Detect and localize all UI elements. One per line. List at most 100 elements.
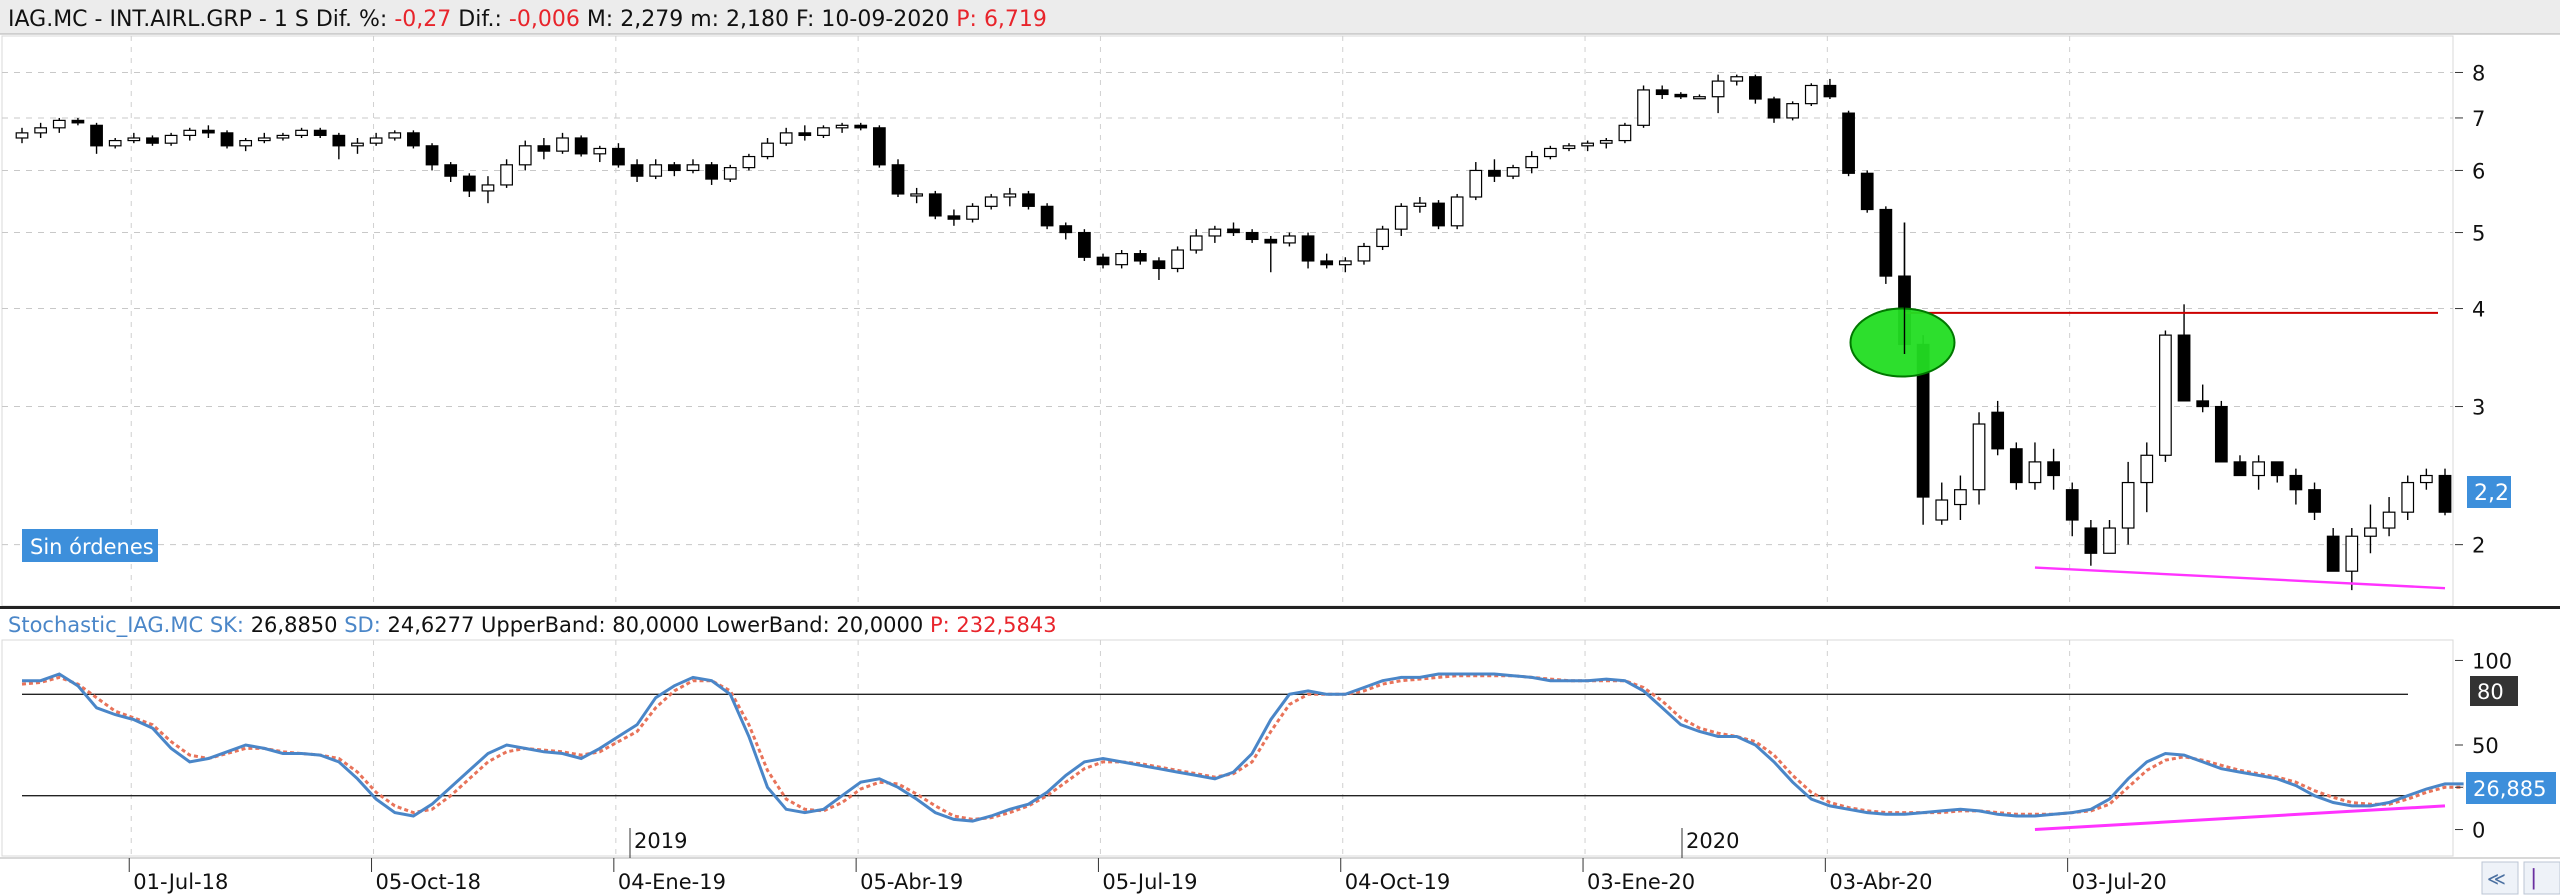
scroll-left-button[interactable]: ≪	[2481, 861, 2519, 895]
candle-body-down	[1152, 260, 1166, 270]
candle-body-up	[1543, 147, 1557, 158]
candle-body-up	[127, 137, 141, 142]
candle	[1078, 229, 1091, 261]
candle	[2214, 400, 2228, 463]
indicator-upper-label: UpperBand:	[481, 613, 606, 637]
candle	[1171, 246, 1184, 273]
header-dif-value: -0,006	[509, 7, 580, 32]
candle	[1450, 193, 1464, 230]
candle-body-up	[2252, 461, 2265, 477]
indicator-sd-value: 24,6277	[387, 613, 474, 637]
candle	[1860, 170, 1874, 213]
candle-body-down	[1488, 169, 1501, 177]
candle-body-up	[2364, 527, 2377, 537]
candle-body-down	[798, 132, 812, 137]
current-stoch-label: 26,885	[2473, 777, 2546, 801]
header-dif-pct-label: Dif. %:	[316, 7, 388, 32]
candle-body-up	[742, 155, 756, 169]
candle-body-up	[257, 137, 271, 142]
candle-body-up	[1469, 169, 1483, 198]
chevrons-icon: ≪	[2487, 869, 2506, 890]
candle-body-up	[1338, 260, 1352, 266]
candle-body-up	[2401, 481, 2415, 513]
candle-body-down	[1040, 205, 1054, 227]
price-tick-label: 4	[2472, 298, 2485, 322]
candle-body-up	[239, 139, 253, 147]
candle-body-up	[1506, 167, 1520, 177]
scroll-right-button[interactable]: ▏	[2523, 861, 2560, 895]
candle-body-down	[1674, 93, 1688, 98]
candle-body-down	[872, 127, 886, 166]
candle-body-down	[612, 147, 625, 166]
candle-body-down	[1991, 411, 2005, 450]
candle-body-up	[817, 127, 830, 137]
candle	[1879, 206, 1893, 284]
panel-divider[interactable]	[0, 606, 2560, 609]
header-min-value: 2,180	[726, 7, 789, 32]
header-name: INT.AIRL.GRP	[109, 7, 251, 32]
current-price-label: 2,2	[2474, 481, 2509, 506]
indicator-panel[interactable]	[1, 639, 2454, 857]
candle-body-up	[34, 127, 48, 134]
candle-body-down	[1655, 89, 1669, 96]
candle	[1432, 200, 1445, 230]
candle	[891, 159, 905, 198]
candle	[1842, 110, 1855, 177]
candle-body-up	[723, 167, 737, 180]
candle-body-down	[1823, 84, 1837, 98]
time-tick-label: 05-Jul-19	[1102, 870, 1197, 894]
candle-body-down	[332, 134, 346, 147]
year-label: 2019	[634, 829, 687, 853]
candle	[1637, 85, 1650, 128]
indicator-p-label: P:	[930, 613, 950, 637]
candle-body-down	[705, 164, 719, 180]
time-tick-label: 04-Ene-19	[618, 870, 726, 894]
time-tick-label: 05-Oct-18	[376, 870, 482, 894]
candle-body-up	[1283, 235, 1296, 244]
candle-body-down	[1842, 112, 1855, 174]
candle-body-down	[1320, 260, 1334, 266]
candle-body-up	[1581, 142, 1595, 147]
candle	[966, 203, 979, 223]
candle-body-down	[146, 137, 159, 144]
candle-body-up	[351, 142, 364, 147]
candle	[1618, 122, 1632, 144]
header-min-label: m:	[690, 7, 719, 32]
candle-body-up	[1599, 139, 1613, 144]
candle-body-up	[1394, 205, 1408, 230]
candle-body-up	[1711, 80, 1725, 98]
indicator-upper-value: 80,0000	[612, 613, 699, 637]
time-tick-label: 05-Abr-19	[860, 870, 963, 894]
candle-body-down	[574, 137, 588, 155]
candle	[1748, 74, 1762, 104]
candle-body-up	[556, 137, 569, 152]
candle-body-down	[1767, 98, 1781, 119]
candle-body-down	[2047, 461, 2060, 477]
candle-body-down	[1245, 231, 1259, 241]
bar-end-icon: ▏	[2532, 868, 2547, 890]
stoch-tick-label: 100	[2472, 649, 2512, 673]
candle	[1040, 203, 1054, 230]
candle	[928, 190, 942, 220]
candle-body-down	[313, 129, 327, 137]
indicator-lower-value: 20,0000	[836, 613, 923, 637]
candle-body-down	[1059, 225, 1073, 234]
candle-body-down	[854, 124, 868, 129]
header-price-label: P:	[956, 7, 977, 32]
year-label: 2020	[1686, 829, 1739, 853]
candle-body-up	[1804, 84, 1818, 105]
candle	[1022, 190, 1035, 210]
candle-body-up	[1413, 202, 1427, 207]
price-panel[interactable]	[1, 35, 2454, 607]
candle-body-down	[2009, 448, 2023, 484]
orders-button[interactable]: Sin órdenes	[22, 529, 158, 562]
price-axis[interactable]	[2455, 36, 2560, 606]
candle-body-up	[2121, 481, 2135, 529]
price-tick-label: 7	[2472, 107, 2485, 131]
candle-body-down	[2065, 489, 2079, 521]
price-tick-label: 2	[2472, 534, 2485, 558]
price-tick-label: 3	[2472, 396, 2485, 420]
breakdown-highlight-ellipse	[1849, 307, 1956, 378]
candle-body-up	[1171, 249, 1184, 270]
candle-body-up	[1693, 96, 1706, 100]
